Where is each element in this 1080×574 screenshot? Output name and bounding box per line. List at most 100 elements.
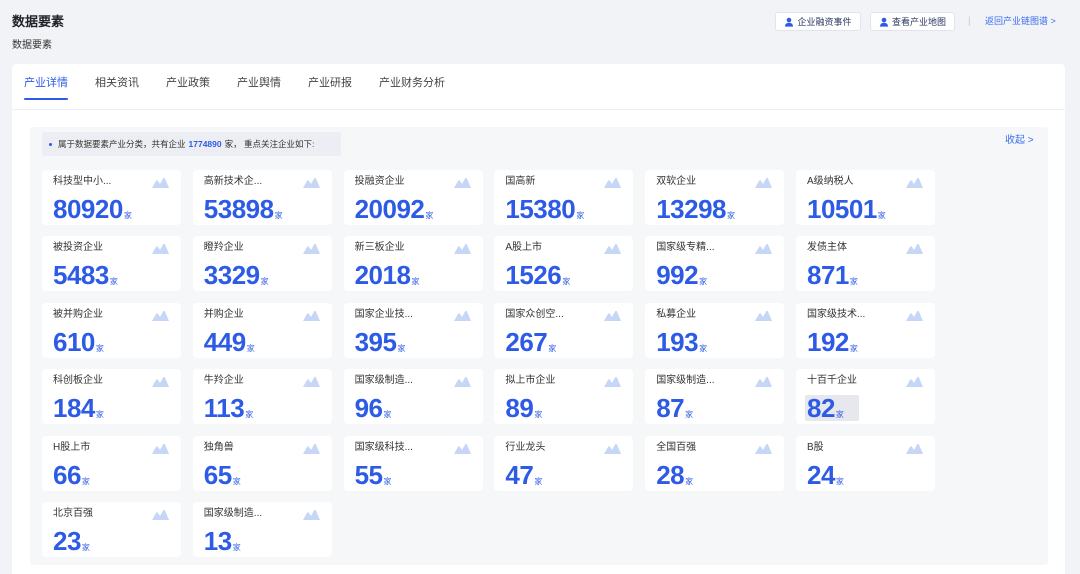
page-title: 数据要素 [12,14,65,29]
industry-map-label: 查看产业地图 [891,17,946,27]
enterprise-card[interactable]: 被投资企业 5483 家 [42,236,181,292]
tab-industry-financial-analysis[interactable]: 产业财务分析 [379,75,445,91]
card-label: 被投资企业 [53,242,103,254]
card-unit: 家 [835,476,844,486]
enterprise-card[interactable]: 新三板企业 2018 家 [343,236,483,292]
tab-industry-details[interactable]: 产业详情 [24,75,68,100]
mountain-icon [604,443,622,454]
card-count: 1526 家 [503,262,572,288]
enterprise-card[interactable]: 科创板企业 184 家 [42,369,181,425]
card-count: 80920 家 [51,196,134,222]
industry-map-button[interactable]: 查看产业地图 [870,12,955,31]
card-label: 国家级制造... [354,375,413,387]
enterprise-card[interactable]: 行业龙头 47 家 [494,435,634,491]
enterprise-card[interactable]: 国家级制造... 96 家 [343,369,483,425]
enterprise-card[interactable]: H股上市 66 家 [42,435,181,491]
enterprise-card[interactable]: 北京百强 23 家 [42,501,181,557]
enterprise-card[interactable]: 拟上市企业 89 家 [494,369,634,425]
tab-industry-sentiment[interactable]: 产业舆情 [237,75,281,91]
card-unit: 家 [383,476,392,486]
card-count: 610 家 [51,329,106,355]
card-unit: 家 [835,410,844,420]
bullet-dot [49,142,52,146]
card-value: 89 [505,393,534,424]
card-label: 国家级专精... [656,242,715,254]
enterprise-card[interactable]: 国高新 15380 家 [494,170,634,225]
financing-events-button[interactable]: 企业融资事件 [775,12,861,31]
card-label: 国家企业技... [354,308,413,320]
card-value: 53898 [203,194,274,224]
enterprise-card[interactable]: 国家级制造... 87 家 [645,369,785,425]
enterprise-card[interactable]: 高新技术企... 53898 家 [192,170,332,225]
card-value: 184 [53,393,95,424]
enterprise-card[interactable]: 科技型中小... 80920 家 [42,170,181,225]
card-count: 96 家 [353,395,394,421]
card-label: 被并购企业 [53,308,103,320]
enterprise-card[interactable]: 国家企业技... 395 家 [343,302,483,358]
enterprise-card[interactable]: 发债主体 871 家 [795,236,935,292]
card-label: 牛羚企业 [203,375,244,387]
enterprise-card[interactable]: 并购企业 449 家 [192,302,332,358]
breadcrumb: 数据要素 [12,40,52,51]
card-label: 私募企业 [656,308,697,320]
card-count: 28 家 [654,462,695,488]
card-count: 24 家 [805,462,846,488]
enterprise-card[interactable]: 国家级科技... 55 家 [343,435,483,491]
enterprise-card[interactable]: 被并购企业 610 家 [42,302,181,358]
card-label: A级纳税人 [806,176,854,187]
collapse-link[interactable]: 收起 > [1005,134,1034,148]
enterprise-card[interactable]: B股 24 家 [795,435,935,491]
mountain-icon [152,509,169,520]
card-count: 82 家 [804,395,859,422]
card-count: 5483 家 [51,262,120,288]
card-count: 55 家 [353,462,394,488]
card-value: 66 [53,459,81,490]
card-label: 高新技术企... [203,176,263,187]
card-unit: 家 [699,343,708,353]
mountain-icon [152,243,169,255]
card-value: 65 [203,459,232,490]
tab-industry-research[interactable]: 产业研报 [308,75,352,91]
card-value: 2018 [354,260,411,291]
key-enterprise-panel: 属于数据要素产业分类，共有企业 1774890 家， 重点关注企业如下: 收起 … [30,127,1048,565]
card-unit: 家 [849,343,858,353]
enterprise-card[interactable]: 十百千企业 82 家 [795,369,935,425]
enterprise-card[interactable]: 瞪羚企业 3329 家 [192,236,332,292]
tab-related-news[interactable]: 相关资讯 [95,75,139,91]
mountain-icon [604,243,622,255]
enterprise-card[interactable]: 投融资企业 20092 家 [343,170,483,225]
card-count: 23 家 [51,528,92,554]
mountain-icon [302,243,320,255]
mountain-icon [755,177,773,188]
card-unit: 家 [534,410,543,420]
enterprise-card[interactable]: 国家级制造... 13 家 [192,501,332,557]
card-value: 15380 [505,194,576,224]
enterprise-card[interactable]: 国家众创空... 267 家 [494,302,634,358]
enterprise-card[interactable]: 私募企业 193 家 [645,302,785,358]
tab-industry-policy[interactable]: 产业政策 [166,75,210,91]
card-value: 1526 [505,260,562,291]
card-label: 国高新 [505,176,536,187]
enterprise-card[interactable]: 国家级专精... 992 家 [645,236,785,292]
card-label: 行业龙头 [505,441,546,453]
card-unit: 家 [274,211,283,220]
enterprise-card[interactable]: 牛羚企业 113 家 [192,369,332,425]
enterprise-card[interactable]: 独角兽 65 家 [192,435,332,491]
card-unit: 家 [685,476,694,486]
card-unit: 家 [260,277,269,287]
back-to-chain-link[interactable]: 返回产业链图谱 > [985,15,1056,28]
card-count: 13298 家 [654,196,737,222]
enterprise-card[interactable]: A股上市 1526 家 [494,236,634,292]
card-value: 10501 [806,194,877,224]
enterprise-card[interactable]: 全国百强 28 家 [645,435,785,491]
mountain-icon [453,376,471,388]
enterprise-card[interactable]: 国家级技术... 192 家 [795,302,935,358]
mountain-icon [302,310,320,321]
card-unit: 家 [246,343,255,353]
card-label: 十百千企业 [806,375,857,387]
enterprise-card[interactable]: 双软企业 13298 家 [645,170,785,225]
card-label: A股上市 [505,242,543,254]
card-value: 192 [806,326,849,357]
enterprise-card[interactable]: A级纳税人 10501 家 [795,170,935,225]
card-value: 449 [203,326,246,357]
